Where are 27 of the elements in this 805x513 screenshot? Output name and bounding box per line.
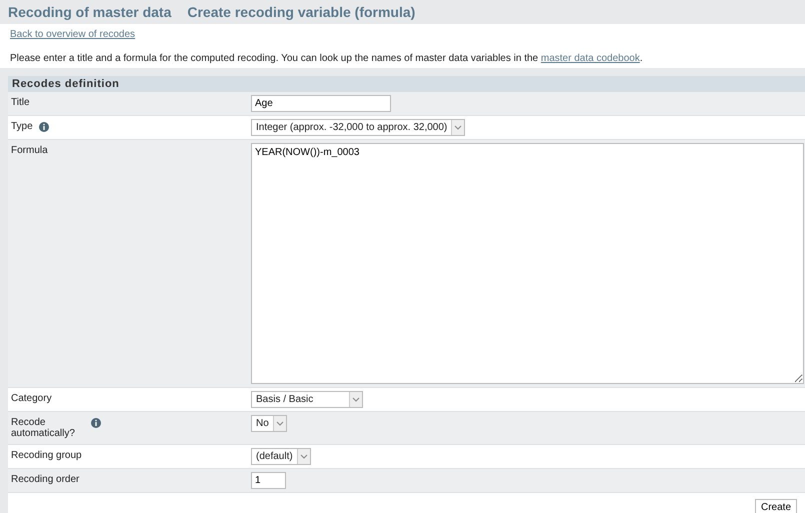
- caret-icon: [349, 392, 362, 407]
- info-icon[interactable]: [91, 418, 101, 428]
- caret-icon: [272, 416, 286, 431]
- back-link[interactable]: Back to overview of recodes: [10, 29, 795, 40]
- section-title: Recodes definition: [8, 76, 805, 92]
- select-field[interactable]: Integer (approx. -32,000 to approx. 32,000): [251, 119, 466, 136]
- field-label: Category: [11, 393, 52, 404]
- page-subtitle: Create recoding variable (formula): [187, 4, 416, 20]
- caret-icon: [451, 120, 464, 135]
- text-field[interactable]: Age: [251, 95, 391, 112]
- field-label: Formula: [11, 145, 48, 156]
- field-label: Recode automatically?: [11, 417, 76, 439]
- codebook-link[interactable]: master data codebook: [540, 53, 640, 64]
- field-label: Recoding order: [11, 474, 80, 485]
- caret-icon: [296, 449, 310, 464]
- select-field[interactable]: No: [251, 415, 287, 432]
- create-button[interactable]: Create: [754, 499, 797, 513]
- select-field[interactable]: Basis / Basic: [251, 391, 363, 408]
- field-label: Recoding group: [11, 450, 82, 461]
- info-icon[interactable]: [38, 122, 49, 132]
- intro-text: Please enter a title and a formula for the computed recoding. You can look up the names of master data variables in the master data codebook.: [10, 53, 644, 64]
- field-label: Title: [11, 97, 30, 108]
- select-field[interactable]: (default): [251, 448, 311, 465]
- formula-field[interactable]: YEAR(NOW())-m_0003: [251, 143, 804, 384]
- field-label: Type: [11, 121, 33, 132]
- page-title: Recoding of master data: [8, 4, 172, 20]
- text-field[interactable]: 1: [251, 472, 286, 489]
